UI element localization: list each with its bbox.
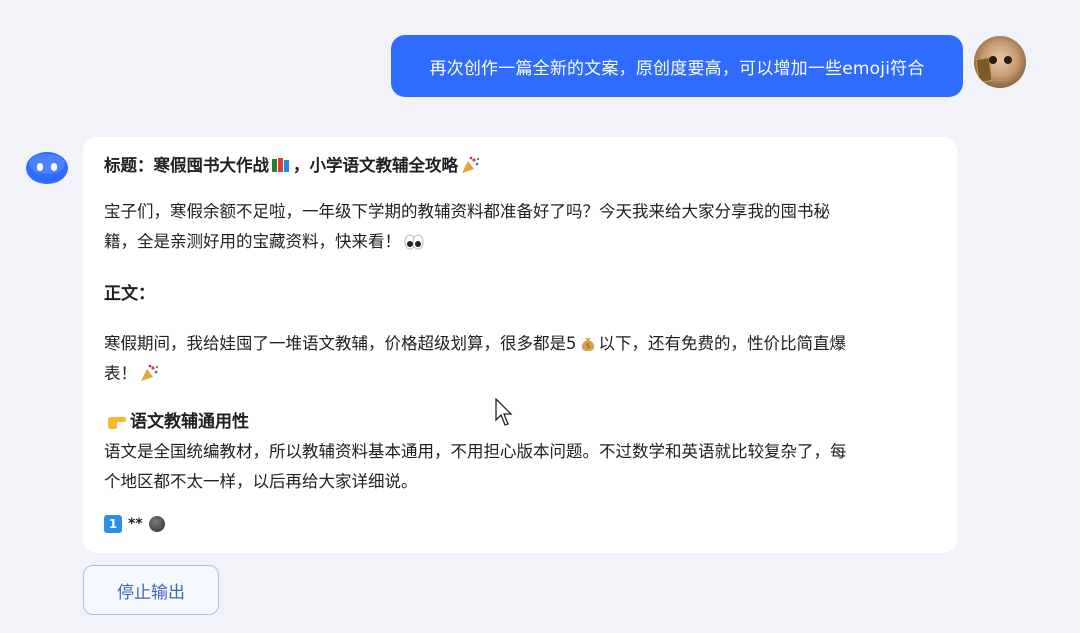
title-text: 标题：寒假囤书大作战 xyxy=(104,156,269,175)
chat-window: 再次创作一篇全新的文案，原创度要高，可以增加一些emoji符合 标题：寒假囤书大… xyxy=(0,0,1080,633)
user-message-text: 再次创作一篇全新的文案，原创度要高，可以增加一些emoji符合 xyxy=(429,58,925,79)
section-heading-text: 语文教辅通用性 xyxy=(130,412,249,432)
avatar-eye-left xyxy=(989,56,997,64)
eyes-emoji-icon xyxy=(404,234,424,250)
body-line-1a-text: 寒假期间，我给娃囤了一堆语文教辅，价格超级划算，很多都是5 xyxy=(104,334,577,353)
bot-avatar-icon xyxy=(26,152,68,184)
stop-output-label: 停止输出 xyxy=(117,582,185,603)
body-heading: 正文： xyxy=(104,284,155,304)
money-bag-emoji-icon: $ xyxy=(581,338,594,351)
user-avatar[interactable] xyxy=(974,36,1026,88)
section-heading: 语文教辅通用性 xyxy=(104,407,935,437)
body-line-2-text: 表！ xyxy=(104,364,137,383)
body-line-1b-text: 以下，还有免费的，性价比简直爆 xyxy=(598,334,847,353)
svg-text:$: $ xyxy=(585,342,589,350)
user-message-bubble: 再次创作一篇全新的文案，原创度要高，可以增加一些emoji符合 xyxy=(391,35,963,97)
partial-text: ** xyxy=(128,516,143,532)
avatar-eye-right xyxy=(1004,56,1012,64)
message-title: 标题：寒假囤书大作战 ，小学语文教辅全攻略 xyxy=(104,151,935,181)
section-line-2: 个地区都不太一样，以后再给大家详细说。 xyxy=(104,472,418,491)
loading-dot-icon xyxy=(148,516,165,532)
body-line-1: 寒假期间，我给娃囤了一堆语文教辅，价格超级划算，很多都是5 $ 以下，还有免费的，性… xyxy=(104,329,935,359)
mouse-cursor-icon xyxy=(495,398,513,426)
keycap-1-emoji: 1 xyxy=(104,515,122,533)
party-popper-icon-2 xyxy=(141,364,159,381)
body-line-2: 表！ xyxy=(104,359,935,389)
assistant-message-card: 标题：寒假囤书大作战 ，小学语文教辅全攻略 宝子们，寒假余额不足啦，一年级下学期的… xyxy=(83,137,957,553)
streaming-line: 1 ** xyxy=(104,515,935,533)
books-emoji-icon xyxy=(272,158,289,172)
pointing-right-emoji-icon xyxy=(108,417,126,429)
party-popper-icon xyxy=(462,156,480,173)
stop-output-button[interactable]: 停止输出 xyxy=(83,565,219,615)
intro-line-1: 宝子们，寒假余额不足啦，一年级下学期的教辅资料都准备好了吗？今天我来给大家分享我… xyxy=(104,202,830,221)
section-line-1: 语文是全国统编教材，所以教辅资料基本通用，不用担心版本问题。不过数学和英语就比较… xyxy=(104,442,847,461)
title-tail-text: ，小学语文教辅全攻略 xyxy=(293,156,458,175)
intro-line-2: 籍，全是亲测好用的宝藏资料，快来看！ xyxy=(104,227,935,257)
intro-line-2-text: 籍，全是亲测好用的宝藏资料，快来看！ xyxy=(104,232,401,251)
